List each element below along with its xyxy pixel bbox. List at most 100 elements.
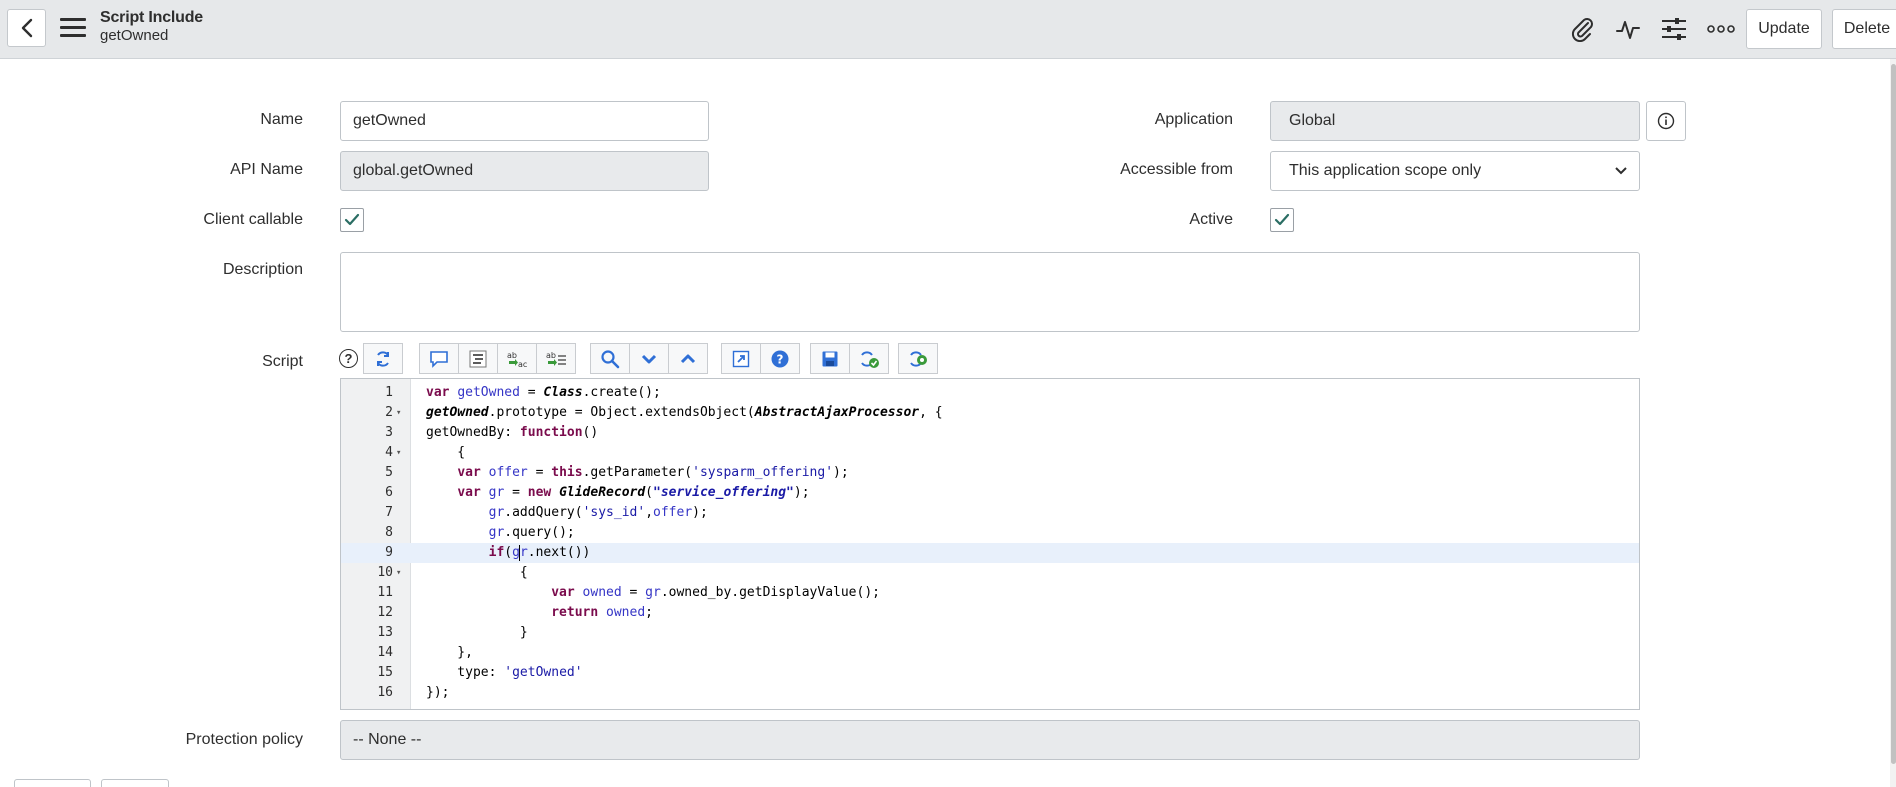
code-line[interactable]: 16}); xyxy=(341,683,1639,703)
syntax-check-icon xyxy=(861,350,879,368)
attachment-button[interactable] xyxy=(1566,13,1598,45)
fold-toggle-icon[interactable]: ▾ xyxy=(396,403,401,423)
line-number: 5 xyxy=(385,465,393,480)
code-line[interactable]: 6 var gr = new GlideRecord("service_offe… xyxy=(341,483,1639,503)
protection-policy-field: -- None -- xyxy=(340,720,1640,760)
form-header: Script Include getOwned Update Delete xyxy=(0,0,1896,59)
update-button[interactable]: Update xyxy=(1746,9,1822,49)
find-next-button[interactable] xyxy=(629,343,669,374)
debug-icon xyxy=(910,350,927,367)
line-number: 4 xyxy=(385,445,393,460)
chevron-up-icon xyxy=(680,354,696,363)
line-number: 3 xyxy=(385,425,393,440)
toggle-comment-button[interactable] xyxy=(419,343,459,374)
api-name-field: global.getOwned xyxy=(340,151,709,191)
script-debugger-button[interactable] xyxy=(898,343,938,374)
back-button[interactable] xyxy=(7,9,46,47)
attachment-icon xyxy=(1571,18,1593,42)
personalize-button[interactable] xyxy=(1658,13,1690,45)
script-label: Script xyxy=(262,353,303,370)
line-number: 16 xyxy=(377,685,393,700)
code-line[interactable]: 8 gr.query(); xyxy=(341,523,1639,543)
bottom-delete-button[interactable] xyxy=(101,779,169,787)
bottom-update-button[interactable] xyxy=(14,779,91,787)
code-line[interactable]: 4 ▾ { xyxy=(341,443,1639,463)
replace-all-button[interactable]: ab xyxy=(536,343,576,374)
find-previous-button[interactable] xyxy=(668,343,708,374)
page-scrollbar-thumb[interactable] xyxy=(1891,64,1896,764)
line-number: 8 xyxy=(385,525,393,540)
delete-button[interactable]: Delete xyxy=(1832,9,1896,49)
code-line[interactable]: 5 var offer = this.getParameter('sysparm… xyxy=(341,463,1639,483)
svg-text:?: ? xyxy=(777,352,784,366)
replace-button[interactable]: ab ac xyxy=(497,343,537,374)
code-text: var getOwned = Class.create(); xyxy=(426,385,661,400)
activity-button[interactable] xyxy=(1612,13,1644,45)
settings-sliders-icon xyxy=(1662,18,1686,40)
check-syntax-button[interactable] xyxy=(849,343,889,374)
search-button[interactable] xyxy=(590,343,630,374)
code-line[interactable]: 13 } xyxy=(341,623,1639,643)
line-number: 6 xyxy=(385,485,393,500)
script-help-button[interactable]: ? xyxy=(760,343,800,374)
accessible-from-value: This application scope only xyxy=(1289,162,1482,179)
line-number: 7 xyxy=(385,505,393,520)
info-icon xyxy=(1657,112,1675,130)
line-number: 12 xyxy=(377,605,393,620)
code-line[interactable]: 1 var getOwned = Class.create(); xyxy=(341,383,1639,403)
code-line[interactable]: 11 var owned = gr.owned_by.getDisplayVal… xyxy=(341,583,1639,603)
code-text: { xyxy=(426,445,466,460)
code-line[interactable]: 2 ▾ getOwned.prototype = Object.extendsObj… xyxy=(341,403,1639,423)
code-line[interactable]: 10 ▾ { xyxy=(341,563,1639,583)
checkmark-icon xyxy=(344,213,360,226)
client-callable-checkbox[interactable] xyxy=(340,208,364,232)
code-line[interactable]: 12 return owned; xyxy=(341,603,1639,623)
client-callable-label: Client callable xyxy=(203,211,303,228)
accessible-from-label: Accessible from xyxy=(1120,161,1233,178)
script-help-icon[interactable]: ? xyxy=(339,349,358,368)
line-number: 10 xyxy=(377,565,393,580)
description-textarea[interactable] xyxy=(340,252,1640,332)
save-icon xyxy=(822,351,838,366)
fold-toggle-icon[interactable]: ▾ xyxy=(396,443,401,463)
chevron-down-icon xyxy=(641,354,657,363)
code-text: { xyxy=(426,565,528,580)
save-script-button[interactable] xyxy=(810,343,850,374)
fullscreen-button[interactable] xyxy=(721,343,761,374)
active-checkbox[interactable] xyxy=(1270,208,1294,232)
code-line[interactable]: 3 getOwnedBy: function() xyxy=(341,423,1639,443)
line-number: 15 xyxy=(377,665,393,680)
script-editor[interactable]: 1 var getOwned = Class.create(); 2 ▾ getOwne… xyxy=(340,378,1640,710)
expand-icon xyxy=(732,350,750,367)
code-text: getOwned.prototype = Object.extendsObjec… xyxy=(426,405,943,420)
toggle-syntax-editor-button[interactable] xyxy=(363,343,403,374)
line-number: 14 xyxy=(377,645,393,660)
application-field: Global xyxy=(1270,101,1640,141)
svg-text:ac: ac xyxy=(518,360,527,368)
code-line[interactable]: 9 if(gr.next()) xyxy=(341,543,1639,563)
code-line[interactable]: 14 }, xyxy=(341,643,1639,663)
code-line[interactable]: 15 type: 'getOwned' xyxy=(341,663,1639,683)
back-icon xyxy=(21,18,32,38)
checkmark-icon xyxy=(1274,213,1290,226)
chevron-down-icon xyxy=(1615,167,1627,175)
syntax-toggle-icon xyxy=(377,350,389,367)
format-code-button[interactable] xyxy=(458,343,498,374)
svg-text:ab: ab xyxy=(507,351,517,360)
accessible-from-select[interactable]: This application scope only xyxy=(1270,151,1640,191)
fold-toggle-icon[interactable]: ▾ xyxy=(396,563,401,583)
code-text: type: 'getOwned' xyxy=(426,665,583,680)
more-options-button[interactable] xyxy=(1705,13,1737,45)
code-text: } xyxy=(426,625,528,640)
application-info-button[interactable] xyxy=(1646,101,1686,141)
menu-icon[interactable] xyxy=(60,18,86,38)
line-number: 2 xyxy=(385,405,393,420)
record-name-subtitle: getOwned xyxy=(100,27,169,44)
code-text: var gr = new GlideRecord("service_offeri… xyxy=(457,485,810,500)
code-line[interactable]: 7 gr.addQuery('sys_id',offer); xyxy=(341,503,1639,523)
search-icon xyxy=(601,349,620,368)
api-name-label: API Name xyxy=(230,161,303,178)
active-label: Active xyxy=(1189,211,1233,228)
name-input[interactable]: getOwned xyxy=(340,101,709,141)
code-text: var offer = this.getParameter('sysparm_o… xyxy=(457,465,849,480)
